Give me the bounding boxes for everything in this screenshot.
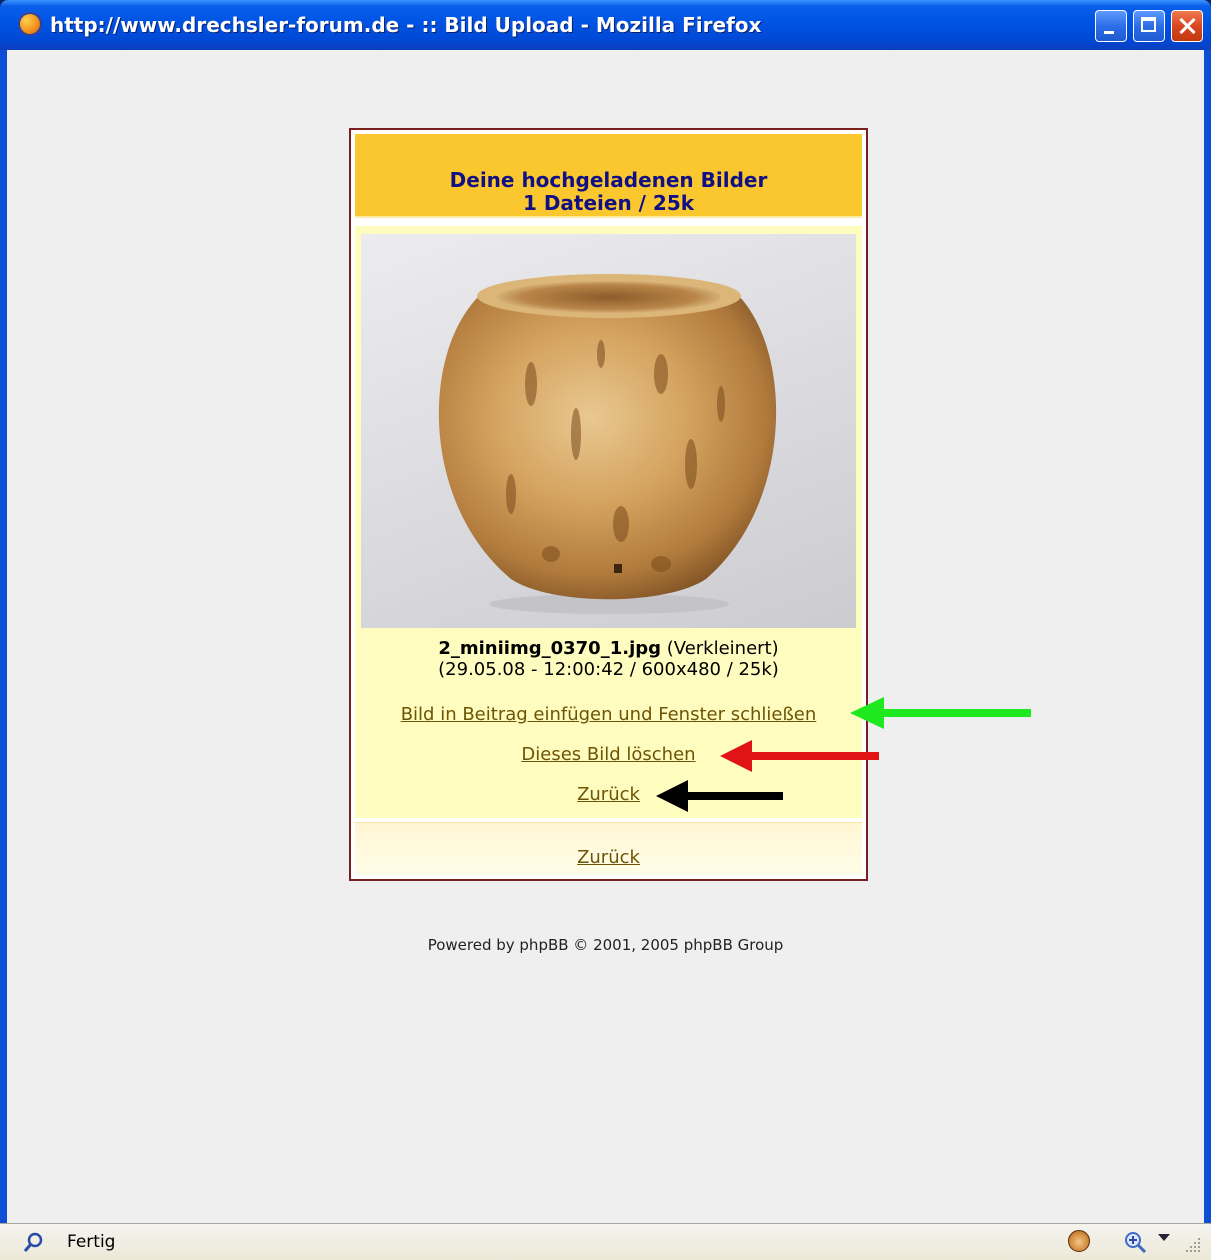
- window-title: http://www.drechsler-forum.de - :: Bild …: [50, 13, 762, 37]
- powered-by-footer: Powered by phpBB © 2001, 2005 phpBB Grou…: [427, 936, 784, 954]
- monkey-icon[interactable]: [1068, 1230, 1090, 1252]
- image-scaled-note: (Verkleinert): [666, 638, 779, 659]
- red-arrow-annotation: [720, 740, 879, 772]
- window-border-left: [0, 50, 7, 1223]
- maximize-button[interactable]: [1133, 10, 1165, 42]
- dropdown-icon[interactable]: [1158, 1234, 1170, 1241]
- green-arrow-annotation: [850, 697, 1031, 729]
- status-text: Fertig: [67, 1232, 116, 1252]
- image-info: 2_miniimg_0370_1.jpg (Verkleinert) (29.0…: [355, 638, 862, 680]
- minimize-button[interactable]: [1095, 10, 1127, 42]
- back-footer-link[interactable]: Zurück: [355, 847, 862, 868]
- close-button[interactable]: [1171, 10, 1203, 42]
- firefox-icon: [18, 12, 42, 36]
- black-arrow-annotation: [656, 780, 783, 812]
- window-titlebar[interactable]: http://www.drechsler-forum.de - :: Bild …: [0, 0, 1211, 50]
- panel-header: Deine hochgeladenen Bilder 1 Dateien / 2…: [355, 134, 862, 218]
- image-filename: 2_miniimg_0370_1.jpg: [438, 638, 662, 659]
- window-border-right: [1204, 50, 1211, 1223]
- uploaded-image-thumbnail[interactable]: [361, 234, 856, 628]
- zoom-icon[interactable]: [1124, 1231, 1146, 1253]
- page-viewport: Deine hochgeladenen Bilder 1 Dateien / 2…: [7, 50, 1204, 1223]
- insert-and-close-link[interactable]: Bild in Beitrag einfügen und Fenster sch…: [355, 704, 862, 725]
- statusbar: Fertig: [0, 1223, 1211, 1260]
- back-link[interactable]: Zurück: [355, 784, 862, 805]
- panel-footer-row: Zurück: [355, 822, 862, 875]
- image-details: (29.05.08 - 12:00:42 / 600x480 / 25k): [438, 659, 779, 680]
- find-icon[interactable]: [24, 1232, 44, 1252]
- panel-header-summary: 1 Dateien / 25k: [522, 191, 695, 215]
- resize-grip-icon[interactable]: [1184, 1236, 1202, 1254]
- image-row: 2_miniimg_0370_1.jpg (Verkleinert) (29.0…: [355, 226, 862, 818]
- panel-header-title: Deine hochgeladenen Bilder: [449, 168, 768, 192]
- image-filename-line: 2_miniimg_0370_1.jpg (Verkleinert): [355, 638, 862, 659]
